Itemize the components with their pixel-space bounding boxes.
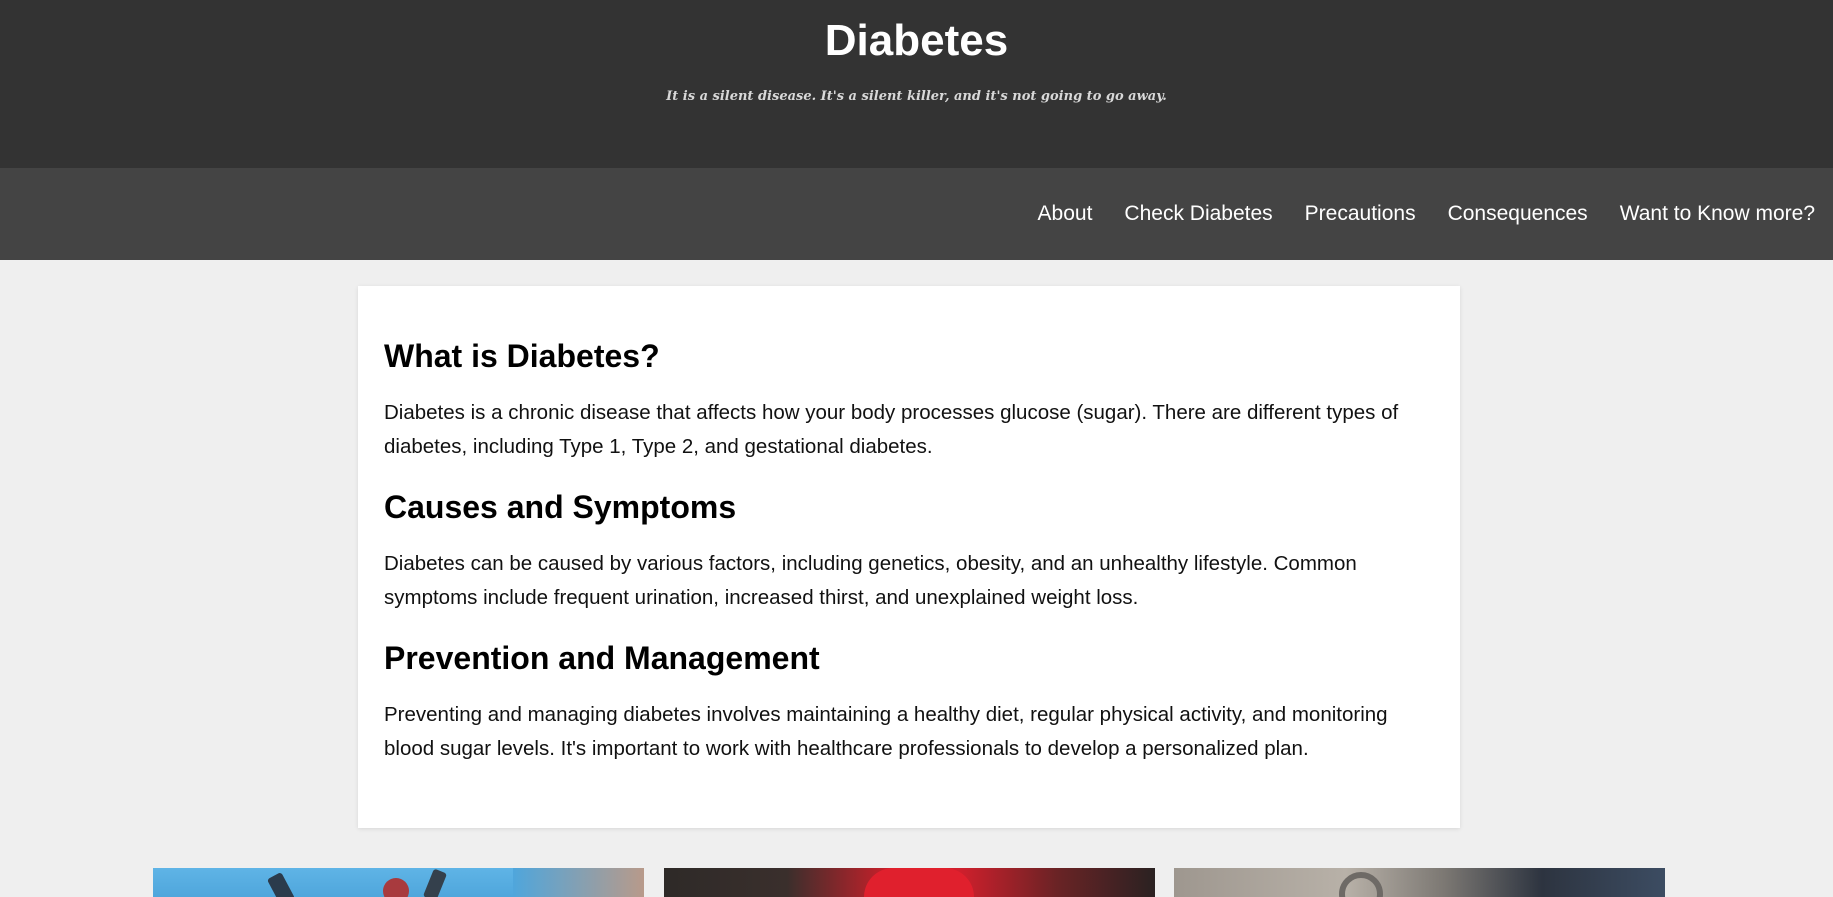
content-card: What is Diabetes? Diabetes is a chronic …	[358, 286, 1460, 828]
section-body: Preventing and managing diabetes involve…	[384, 703, 1388, 760]
section-body: Diabetes is a chronic disease that affec…	[384, 401, 1399, 458]
section-heading: Causes and Symptoms	[384, 489, 737, 525]
section-heading: What is Diabetes?	[384, 338, 660, 374]
main-nav: About Check Diabetes Precautions Consequ…	[0, 168, 1833, 260]
gallery-image-syringe	[153, 868, 644, 897]
section-what-is-diabetes: What is Diabetes? Diabetes is a chronic …	[384, 336, 1434, 463]
image-gallery	[0, 868, 1833, 897]
nav-list: About Check Diabetes Precautions Consequ…	[1006, 168, 1815, 260]
gallery-image-stethoscope	[1174, 868, 1665, 897]
nav-item-about[interactable]: About	[1038, 202, 1093, 226]
nav-item-check-diabetes[interactable]: Check Diabetes	[1124, 202, 1272, 226]
section-causes-and-symptoms: Causes and Symptoms Diabetes can be caus…	[384, 487, 1434, 614]
section-heading: Prevention and Management	[384, 640, 820, 676]
nav-item-precautions[interactable]: Precautions	[1305, 202, 1416, 226]
section-body: Diabetes can be caused by various factor…	[384, 552, 1357, 609]
nav-item-want-to-know-more[interactable]: Want to Know more?	[1620, 202, 1815, 226]
gallery-image-glucose-test	[664, 868, 1155, 897]
site-tagline: It is a silent disease. It's a silent ki…	[666, 89, 1167, 104]
site-title: Diabetes	[824, 16, 1009, 65]
nav-item-consequences[interactable]: Consequences	[1448, 202, 1588, 226]
section-prevention-and-management: Prevention and Management Preventing and…	[384, 638, 1434, 765]
site-header: Diabetes It is a silent disease. It's a …	[0, 0, 1833, 168]
